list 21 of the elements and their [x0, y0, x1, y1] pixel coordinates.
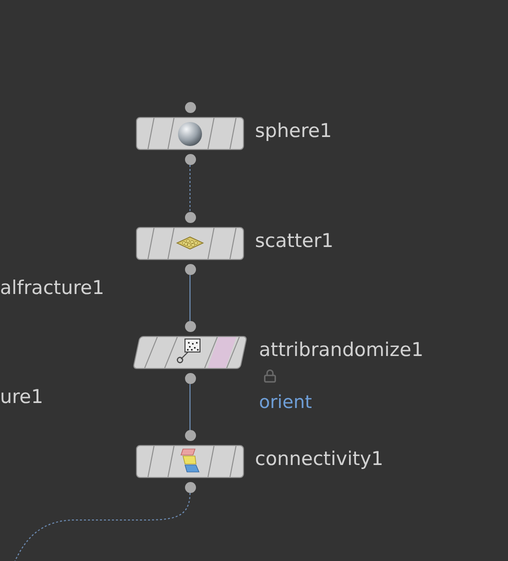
- node-label: ure1: [0, 388, 44, 407]
- node-label: connectivity1: [255, 450, 384, 469]
- input-connector[interactable]: [185, 321, 196, 332]
- output-connector[interactable]: [185, 482, 196, 493]
- output-connector[interactable]: [185, 264, 196, 275]
- node-body[interactable]: [136, 227, 244, 260]
- node-body[interactable]: [132, 336, 248, 369]
- input-connector[interactable]: [185, 102, 196, 113]
- attribute-name: orient: [259, 394, 312, 412]
- input-connector[interactable]: [185, 430, 196, 441]
- input-connector[interactable]: [185, 212, 196, 223]
- node-label: sphere1: [255, 122, 332, 141]
- node-label: scatter1: [255, 232, 334, 251]
- point-cloud-icon: [176, 236, 204, 250]
- output-connector[interactable]: [185, 373, 196, 384]
- sphere-icon: [177, 121, 203, 147]
- node-body[interactable]: [136, 445, 244, 478]
- node-label: alfracture1: [0, 279, 104, 298]
- output-connector[interactable]: [185, 154, 196, 165]
- node-label: attribrandomize1: [259, 341, 424, 360]
- random-dots-icon: [176, 338, 202, 364]
